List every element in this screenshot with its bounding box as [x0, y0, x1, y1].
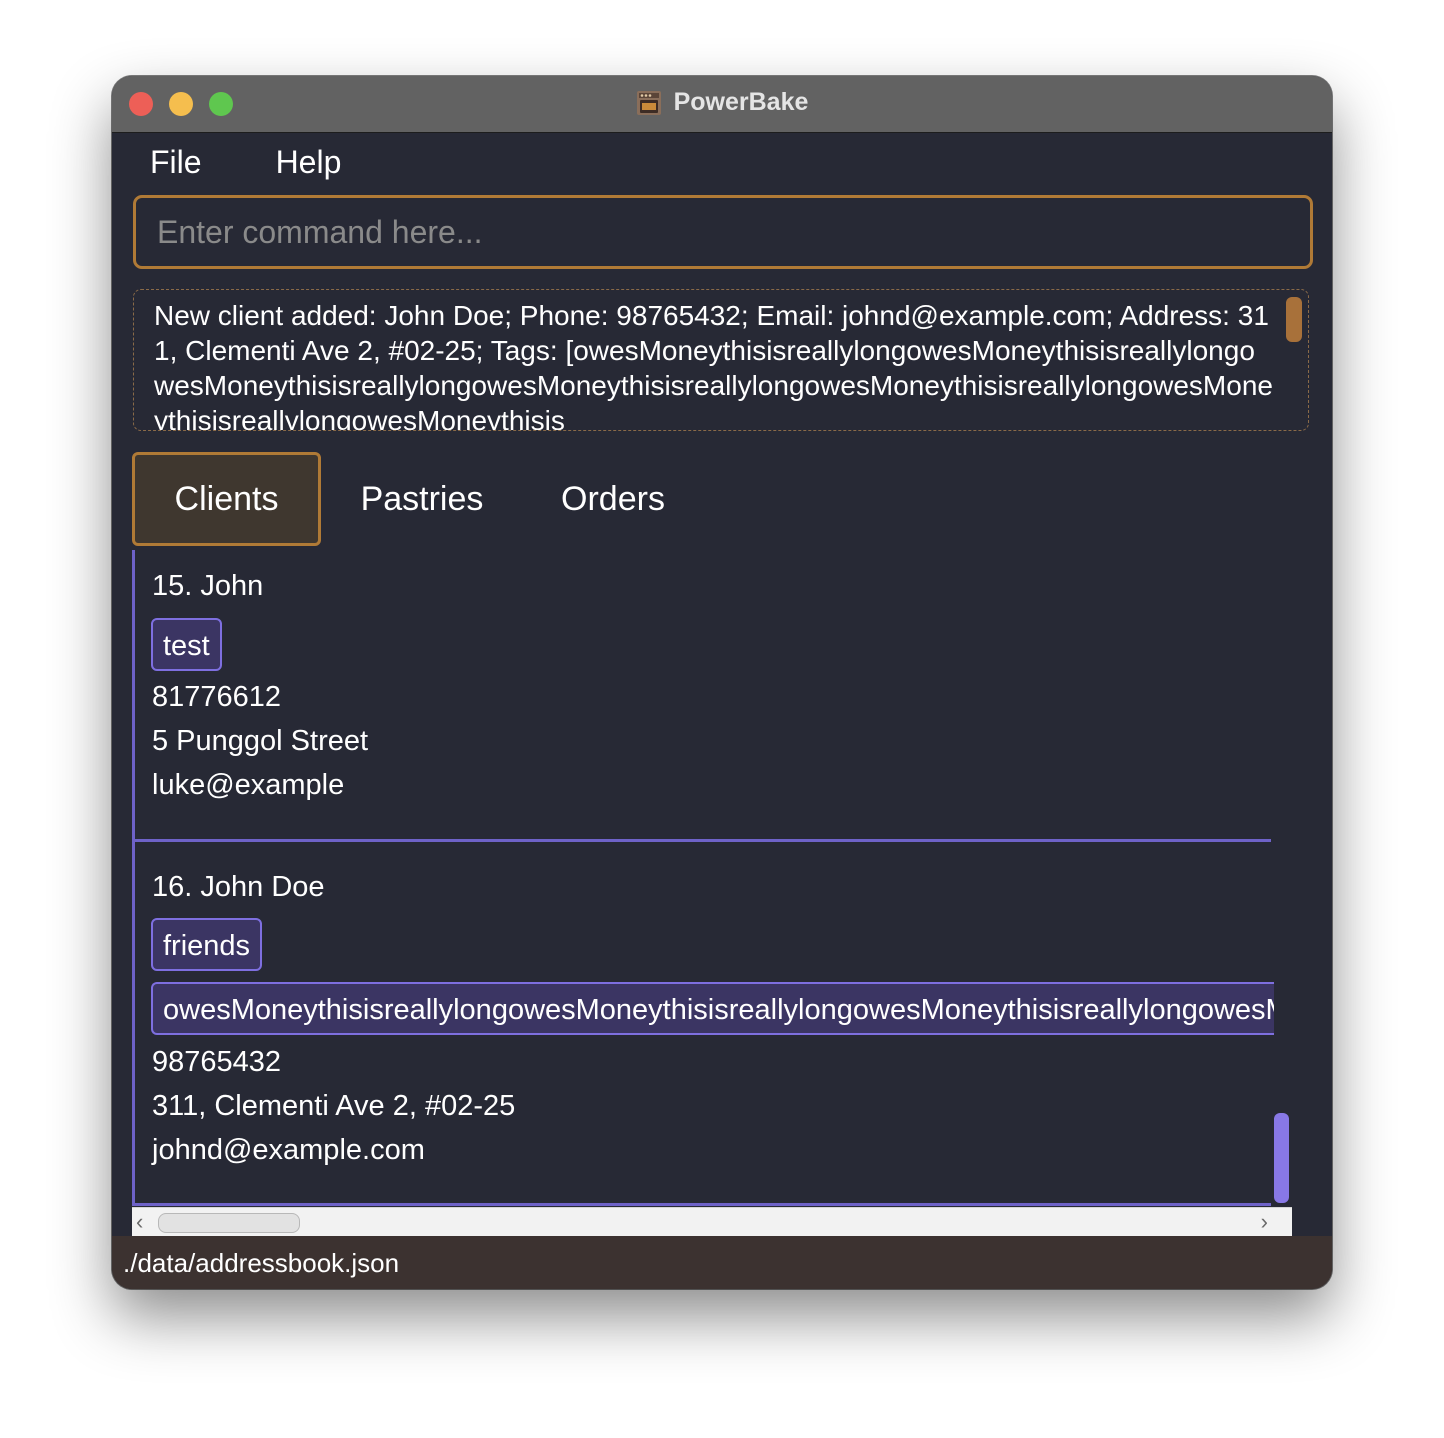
app-window: PowerBake File Help New client added: Jo…: [112, 76, 1332, 1289]
client-card[interactable]: 16. John Doe friends owesMoneythisisreal…: [132, 842, 1274, 1206]
client-phone: 98765432: [152, 1046, 282, 1078]
menu-help[interactable]: Help: [258, 140, 360, 185]
data-file-path: ./data/addressbook.json: [123, 1248, 400, 1278]
command-input[interactable]: [136, 198, 1310, 266]
client-address: 311, Clementi Ave 2, #02-25: [152, 1090, 516, 1122]
menu-file[interactable]: File: [132, 140, 220, 185]
window-title: PowerBake: [673, 88, 809, 116]
window-title-group: PowerBake: [112, 88, 1332, 117]
scroll-left-icon[interactable]: ‹: [136, 1209, 143, 1235]
title-bar: PowerBake: [112, 76, 1332, 133]
tab-clients[interactable]: Clients: [132, 452, 321, 546]
command-box: [133, 195, 1313, 269]
client-tag: friends: [151, 918, 263, 971]
horizontal-scrollbar-thumb[interactable]: [158, 1213, 300, 1233]
client-tag: test: [151, 618, 222, 671]
client-tag: owesMoneythisisreallylongowesMoneythisis…: [151, 982, 1274, 1035]
result-scrollbar-thumb[interactable]: [1286, 297, 1302, 342]
client-header: 15. John: [152, 570, 264, 602]
result-display[interactable]: New client added: John Doe; Phone: 98765…: [133, 289, 1309, 431]
tab-bar: Clients Pastries Orders: [132, 452, 703, 548]
scroll-right-icon[interactable]: ›: [1261, 1209, 1268, 1235]
client-card[interactable]: 15. John test 81776612 5 Punggol Street …: [132, 550, 1271, 842]
tab-pastries[interactable]: Pastries: [321, 452, 523, 546]
status-bar: ./data/addressbook.json: [112, 1236, 1332, 1289]
list-vertical-scrollbar-thumb[interactable]: [1274, 1113, 1289, 1203]
result-message: New client added: John Doe; Phone: 98765…: [154, 300, 1273, 431]
client-email: luke@example: [152, 769, 345, 801]
client-header: 16. John Doe: [152, 871, 325, 903]
client-address: 5 Punggol Street: [152, 725, 369, 757]
client-email: johnd@example.com: [152, 1134, 425, 1166]
oven-icon: [636, 90, 662, 116]
client-phone: 81776612: [152, 681, 282, 713]
tab-orders[interactable]: Orders: [523, 452, 703, 546]
menu-bar: File Help: [132, 140, 359, 185]
list-horizontal-scrollbar[interactable]: ‹ ›: [132, 1207, 1292, 1236]
client-list[interactable]: 15. John test 81776612 5 Punggol Street …: [132, 550, 1292, 1206]
